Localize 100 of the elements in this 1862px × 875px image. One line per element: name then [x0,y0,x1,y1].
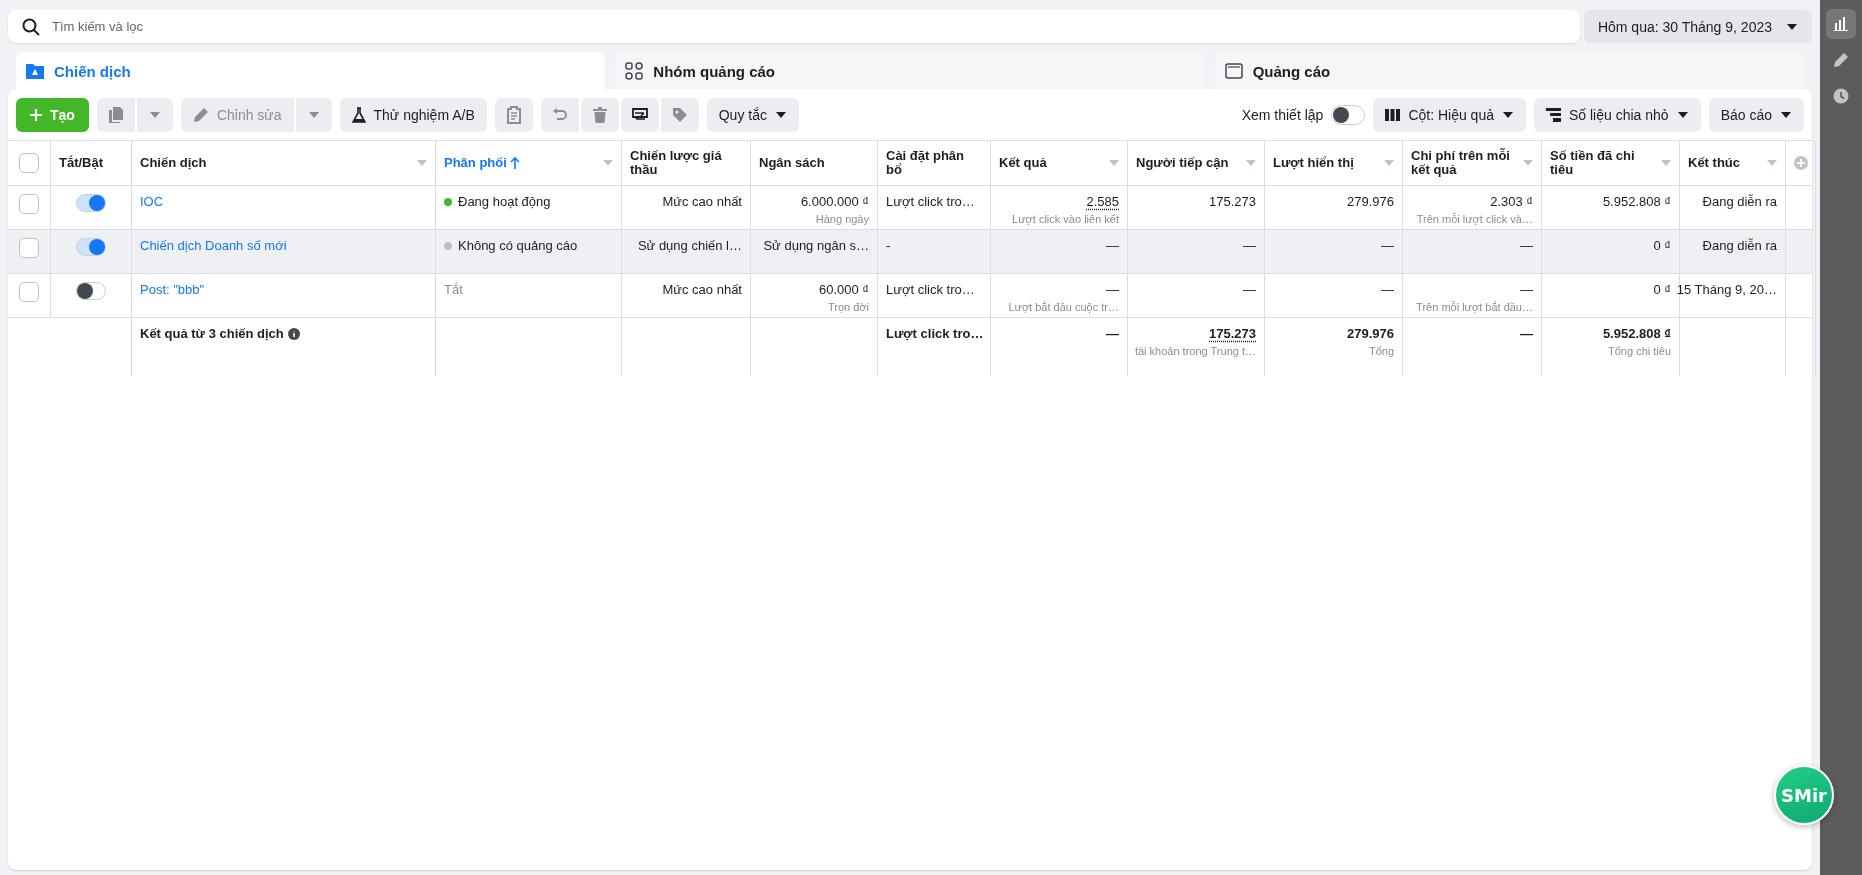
checkbox[interactable] [19,282,39,302]
cell-value: 2.585 [1086,193,1119,210]
campaign-link[interactable]: Post: "bbb" [140,278,205,298]
caret-icon [307,111,320,119]
cell-value: 279.976 [1347,193,1394,210]
sidebar-button[interactable] [1826,9,1856,39]
checkbox[interactable] [19,194,39,214]
column-header[interactable]: Kết quả [999,141,1119,185]
dropdown-button[interactable] [136,98,173,132]
cell-value: — [1381,237,1394,254]
toggle-switch[interactable] [76,194,106,212]
checkbox[interactable] [19,238,39,258]
column-header[interactable]: Số tiền đã chi tiêu [1550,141,1671,185]
caret-icon [603,160,613,166]
column-header[interactable]: Ngân sách [759,141,869,185]
toggle-switch[interactable] [76,282,106,300]
delivery-status: Đang hoạt động [458,194,551,210]
toggle-switch[interactable] [76,238,106,256]
dropdown-button[interactable]: Báo cáo [1708,98,1804,132]
cell-value: — [1106,281,1119,298]
dropdown-button[interactable]: Cột: Hiệu quả [1373,98,1526,132]
cell-value: Đang diễn ra [1702,193,1777,210]
add-column-icon [1793,156,1808,170]
date-range-button[interactable]: Hôm qua: 30 Tháng 9, 2023 [1583,10,1812,43]
toggle-label: Xem thiết lập [1241,107,1324,123]
cell-value: — [1243,237,1256,254]
cell-note: Tổng [1368,344,1394,358]
column-header[interactable]: Lượt hiển thị [1273,141,1394,185]
caret-icon [1523,160,1533,166]
cell-value: — [1106,325,1119,342]
caret-icon [1246,160,1256,166]
cell-value: 175.273 [1209,325,1256,342]
cell-value: Lượt click tro… [886,193,975,210]
caret-icon [1661,160,1671,166]
cell-value: Đang diễn ra [1702,237,1777,254]
cell-value: 5.952.808 ₫ [1602,193,1671,210]
campaign-link[interactable]: IOC [140,190,164,210]
caret-icon [1384,160,1394,166]
checkbox[interactable] [19,153,39,173]
cell-value: 5.952.808 ₫ [1602,325,1671,342]
clock-icon [1833,88,1849,104]
tag-icon [671,107,688,123]
cell-value: Mức cao nhất [662,193,742,210]
flask-icon [351,107,366,123]
column-header[interactable]: Cài đặt phân bổ [886,141,982,185]
breakdown-icon [1546,108,1561,122]
summary-label: Kết quả từ 3 chiến dịch [140,326,284,341]
plus-icon [30,109,42,121]
dropdown-button[interactable]: Số liệu chia nhỏ [1534,98,1701,132]
dropdown-button[interactable] [295,98,332,132]
tab[interactable]: Chiến dịch [16,52,606,90]
undo-icon [551,107,568,123]
search-field[interactable]: Tìm kiếm và lọc [8,10,1580,43]
tab[interactable]: Quảng cáo [1214,52,1804,90]
cell-note: tài khoản trong Trung t… [1134,344,1256,358]
trash-icon [592,107,607,123]
column-header[interactable]: Kết thúc [1688,141,1777,185]
caret-icon [1109,160,1119,166]
cell-note: Tổng chi tiêu [1608,344,1671,358]
column-header[interactable]: Tắt/Bật [59,141,123,185]
caret-icon [148,111,161,119]
caret-icon [1767,160,1777,166]
info-icon [287,327,300,340]
cell-value: 15 Tháng 9, 20… [1676,281,1777,298]
cell-value: 6.000.000 ₫ [800,193,869,210]
cell-value: Sử dụng ngân s… [763,237,869,254]
toggle-switch[interactable] [1331,105,1366,125]
campaign-link[interactable]: Chiến dịch Doanh số mới [140,234,287,254]
cell-value: — [1243,281,1256,298]
bar-chart-icon [1834,17,1848,31]
caret-icon [1502,111,1514,119]
delivery-status: Không có quảng cáo [458,238,578,254]
ab-test-button[interactable]: Thử nghiệm A/B [339,98,487,132]
tab[interactable]: Nhóm quảng cáo [615,52,1205,90]
grid-icon [625,62,644,80]
column-header[interactable]: Người tiếp cận [1136,141,1256,185]
copy-icon [107,106,124,124]
cell-value: 2.303 ₫ [1490,193,1533,210]
caret-icon [775,111,787,119]
column-header[interactable]: Chiến dịch [140,141,427,185]
search-icon [22,18,40,36]
caret-icon [1780,111,1792,119]
cell-value: 0 ₫ [1653,237,1671,254]
column-header[interactable]: Chiến lược giá thầu [630,141,742,185]
cell-value: — [1106,237,1119,254]
caret-icon [417,160,427,166]
cell-value: Lượt click tro… [886,325,984,342]
caret-icon [1786,22,1798,31]
column-header[interactable]: Chi phí trên mỗi kết quả [1411,141,1533,185]
column-header[interactable]: Phân phối [444,141,613,185]
swap-button[interactable] [620,98,659,132]
folder-icon [26,63,44,79]
cell-note: Lượt click vào liên kết [1012,212,1119,226]
rules-dropdown[interactable]: Quy tắc [706,98,799,132]
cell-note: Trên mỗi lượt click và… [1416,212,1533,226]
pencil-icon [1833,52,1849,68]
pencil-icon [192,107,209,123]
cell-value: 60.000 ₫ [818,281,869,298]
window-icon [1224,63,1243,79]
cell-value: Sử dụng chiến l… [637,237,742,254]
